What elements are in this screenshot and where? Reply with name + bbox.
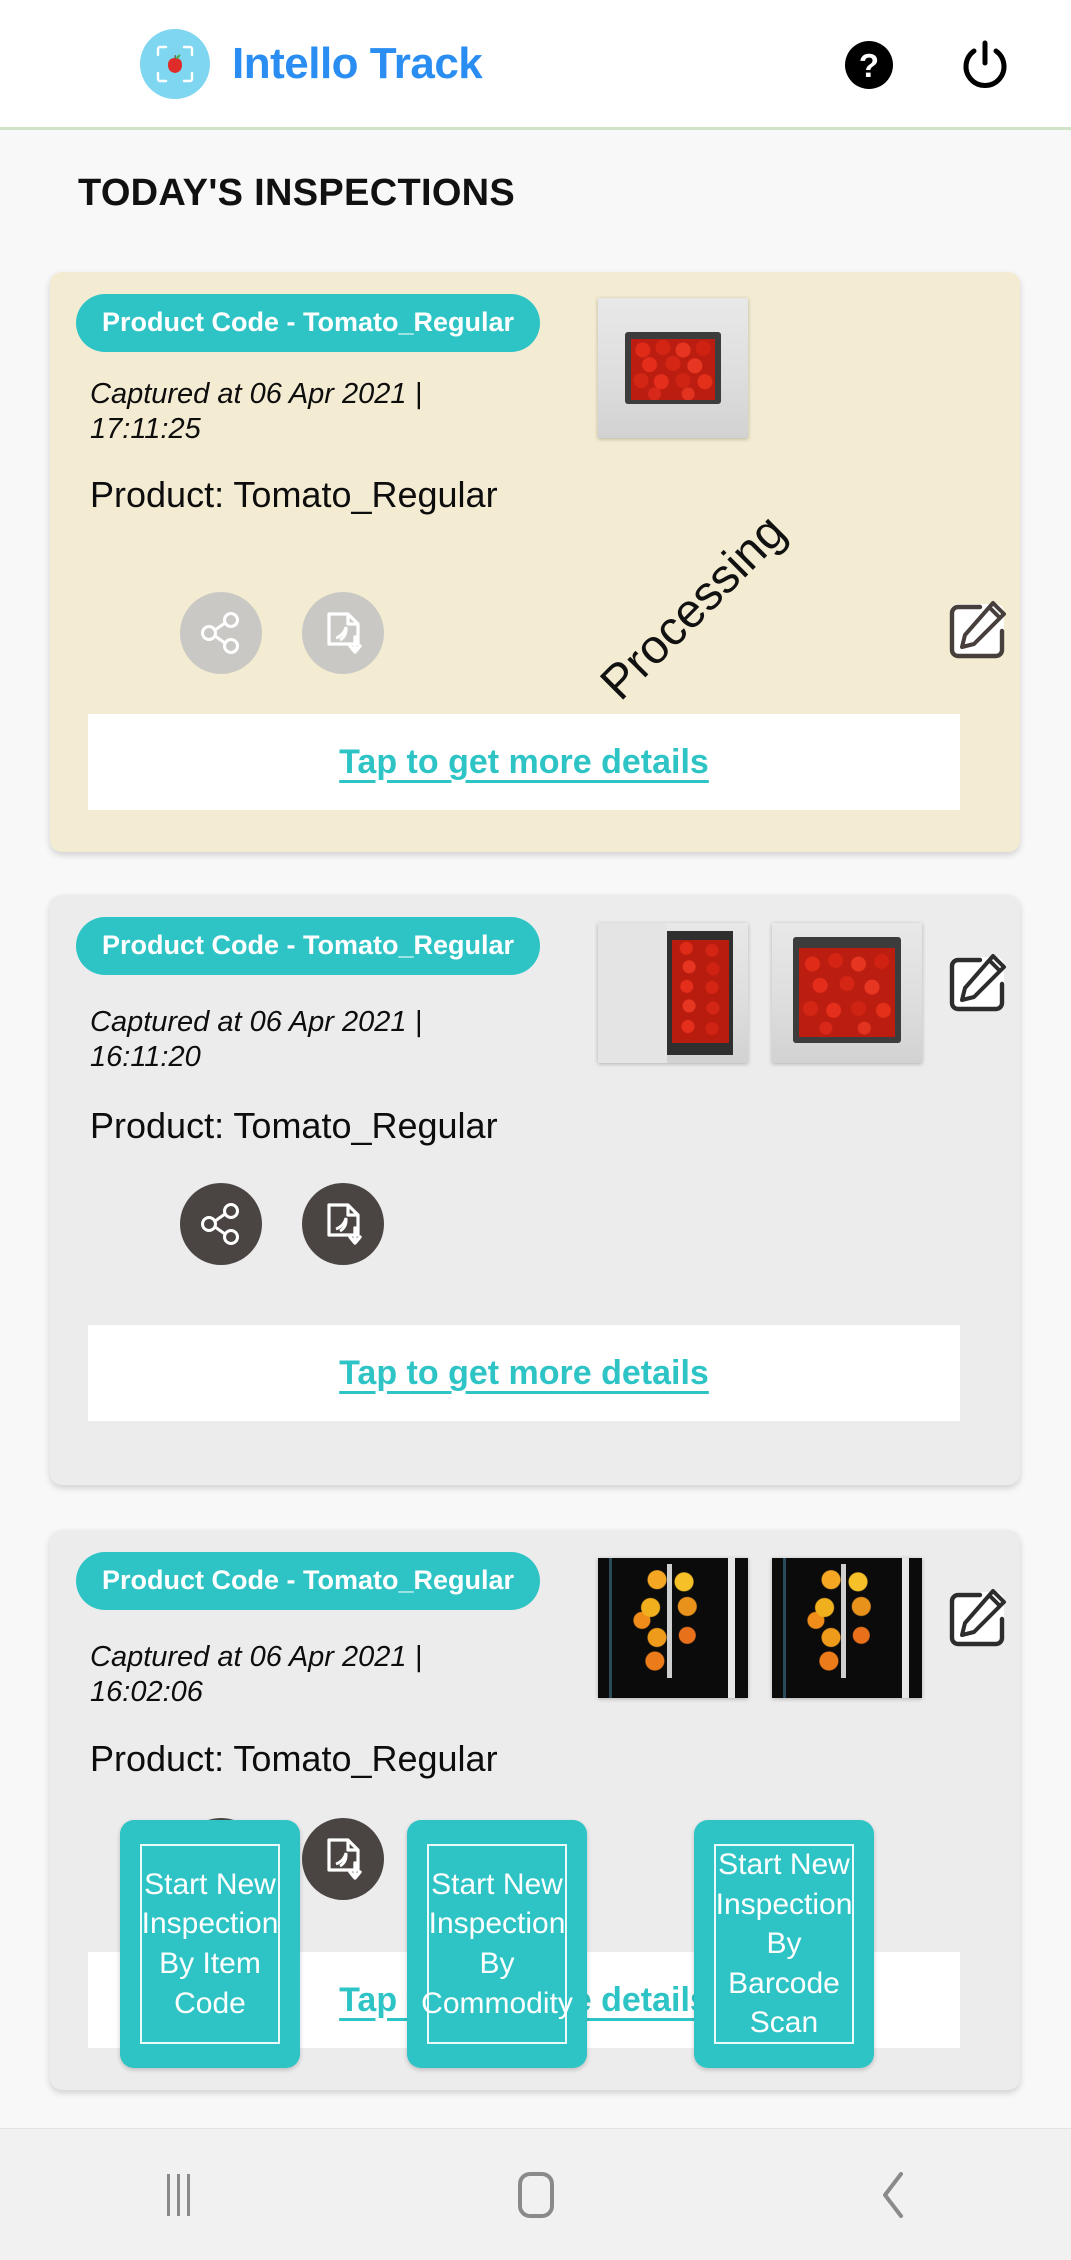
thumbnail-list — [598, 1558, 922, 1698]
inspection-card[interactable]: Product Code - Tomato_Regular Captured a… — [50, 895, 1020, 1485]
pdf-download-icon[interactable] — [302, 1818, 384, 1900]
header-actions: ? — [841, 0, 1071, 130]
card-actions — [180, 1183, 384, 1265]
product-code-badge: Product Code - Tomato_Regular — [76, 1552, 541, 1610]
apple-scan-icon — [140, 28, 210, 99]
app-screen: Intello Track ? TODAY'S INSPECTIONS Prod… — [0, 0, 1071, 2260]
app-header: Intello Track ? — [0, 0, 1071, 130]
captured-timestamp: Captured at 06 Apr 2021 | 17:11:25 — [90, 378, 423, 446]
svg-text:?: ? — [859, 47, 879, 84]
inspection-thumbnail[interactable] — [772, 923, 922, 1063]
inspection-thumbnail[interactable] — [598, 298, 748, 438]
share-icon[interactable] — [180, 592, 262, 674]
start-inspection-commodity-label: Start New Inspection By Commodity — [421, 1844, 573, 2044]
captured-timestamp: Captured at 06 Apr 2021 | 16:11:20 — [90, 1006, 423, 1074]
inspection-thumbnail[interactable] — [598, 1558, 748, 1698]
pdf-download-icon[interactable] — [302, 1183, 384, 1265]
start-inspection-commodity[interactable]: Start New Inspection By Commodity — [407, 1820, 587, 2068]
share-icon[interactable] — [180, 1183, 262, 1265]
brand: Intello Track — [140, 28, 483, 99]
crate-of-tomatoes-side — [598, 923, 748, 1063]
inspection-thumbnail[interactable] — [598, 923, 748, 1063]
product-name: Product: Tomato_Regular — [90, 1738, 498, 1779]
back-chevron-icon[interactable] — [813, 2150, 973, 2240]
inspection-card[interactable]: Product Code - Tomato_Regular Captured a… — [50, 272, 1020, 852]
thumbnail-list — [598, 923, 922, 1063]
page-title: TODAY'S INSPECTIONS — [78, 172, 516, 214]
crate-of-tomatoes-top — [772, 923, 922, 1063]
start-inspection-barcode-scan[interactable]: Start New Inspection By Barcode Scan — [694, 1820, 874, 2068]
card-actions — [180, 592, 384, 674]
conveyor-tomatoes-1 — [598, 1558, 748, 1698]
conveyor-tomatoes-2 — [772, 1558, 922, 1698]
edit-pencil-icon[interactable] — [938, 592, 1016, 670]
system-navigation-bar — [0, 2128, 1071, 2260]
product-name: Product: Tomato_Regular — [90, 474, 498, 515]
tap-for-details-button[interactable]: Tap to get more details — [88, 1325, 960, 1421]
apple-scan-icon-glyph — [156, 45, 194, 82]
product-name: Product: Tomato_Regular — [90, 1105, 498, 1146]
help-circle-icon[interactable]: ? — [841, 37, 897, 93]
start-inspection-item-code[interactable]: Start New Inspection By Item Code — [120, 1820, 300, 2068]
product-code-badge: Product Code - Tomato_Regular — [76, 294, 541, 352]
inspection-thumbnail[interactable] — [772, 1558, 922, 1698]
tap-for-details-button[interactable]: Tap to get more details — [88, 714, 960, 810]
start-inspection-barcode-scan-label: Start New Inspection By Barcode Scan — [714, 1844, 854, 2044]
crate-of-tomatoes-front — [598, 298, 748, 438]
start-inspection-item-code-label: Start New Inspection By Item Code — [140, 1844, 280, 2044]
pdf-download-icon[interactable] — [302, 592, 384, 674]
edit-pencil-icon[interactable] — [938, 1580, 1016, 1658]
recents-icon[interactable] — [99, 2150, 259, 2240]
captured-timestamp: Captured at 06 Apr 2021 | 16:02:06 — [90, 1641, 423, 1709]
thumbnail-list — [598, 298, 748, 438]
app-title: Intello Track — [232, 38, 483, 88]
tap-for-details-label: Tap to get more details — [339, 742, 709, 781]
product-code-badge: Product Code - Tomato_Regular — [76, 917, 541, 975]
home-icon[interactable] — [456, 2150, 616, 2240]
tap-for-details-label: Tap to get more details — [339, 1353, 709, 1392]
edit-pencil-icon[interactable] — [938, 945, 1016, 1023]
power-icon[interactable] — [957, 37, 1013, 93]
status-watermark: Processing — [590, 504, 797, 711]
